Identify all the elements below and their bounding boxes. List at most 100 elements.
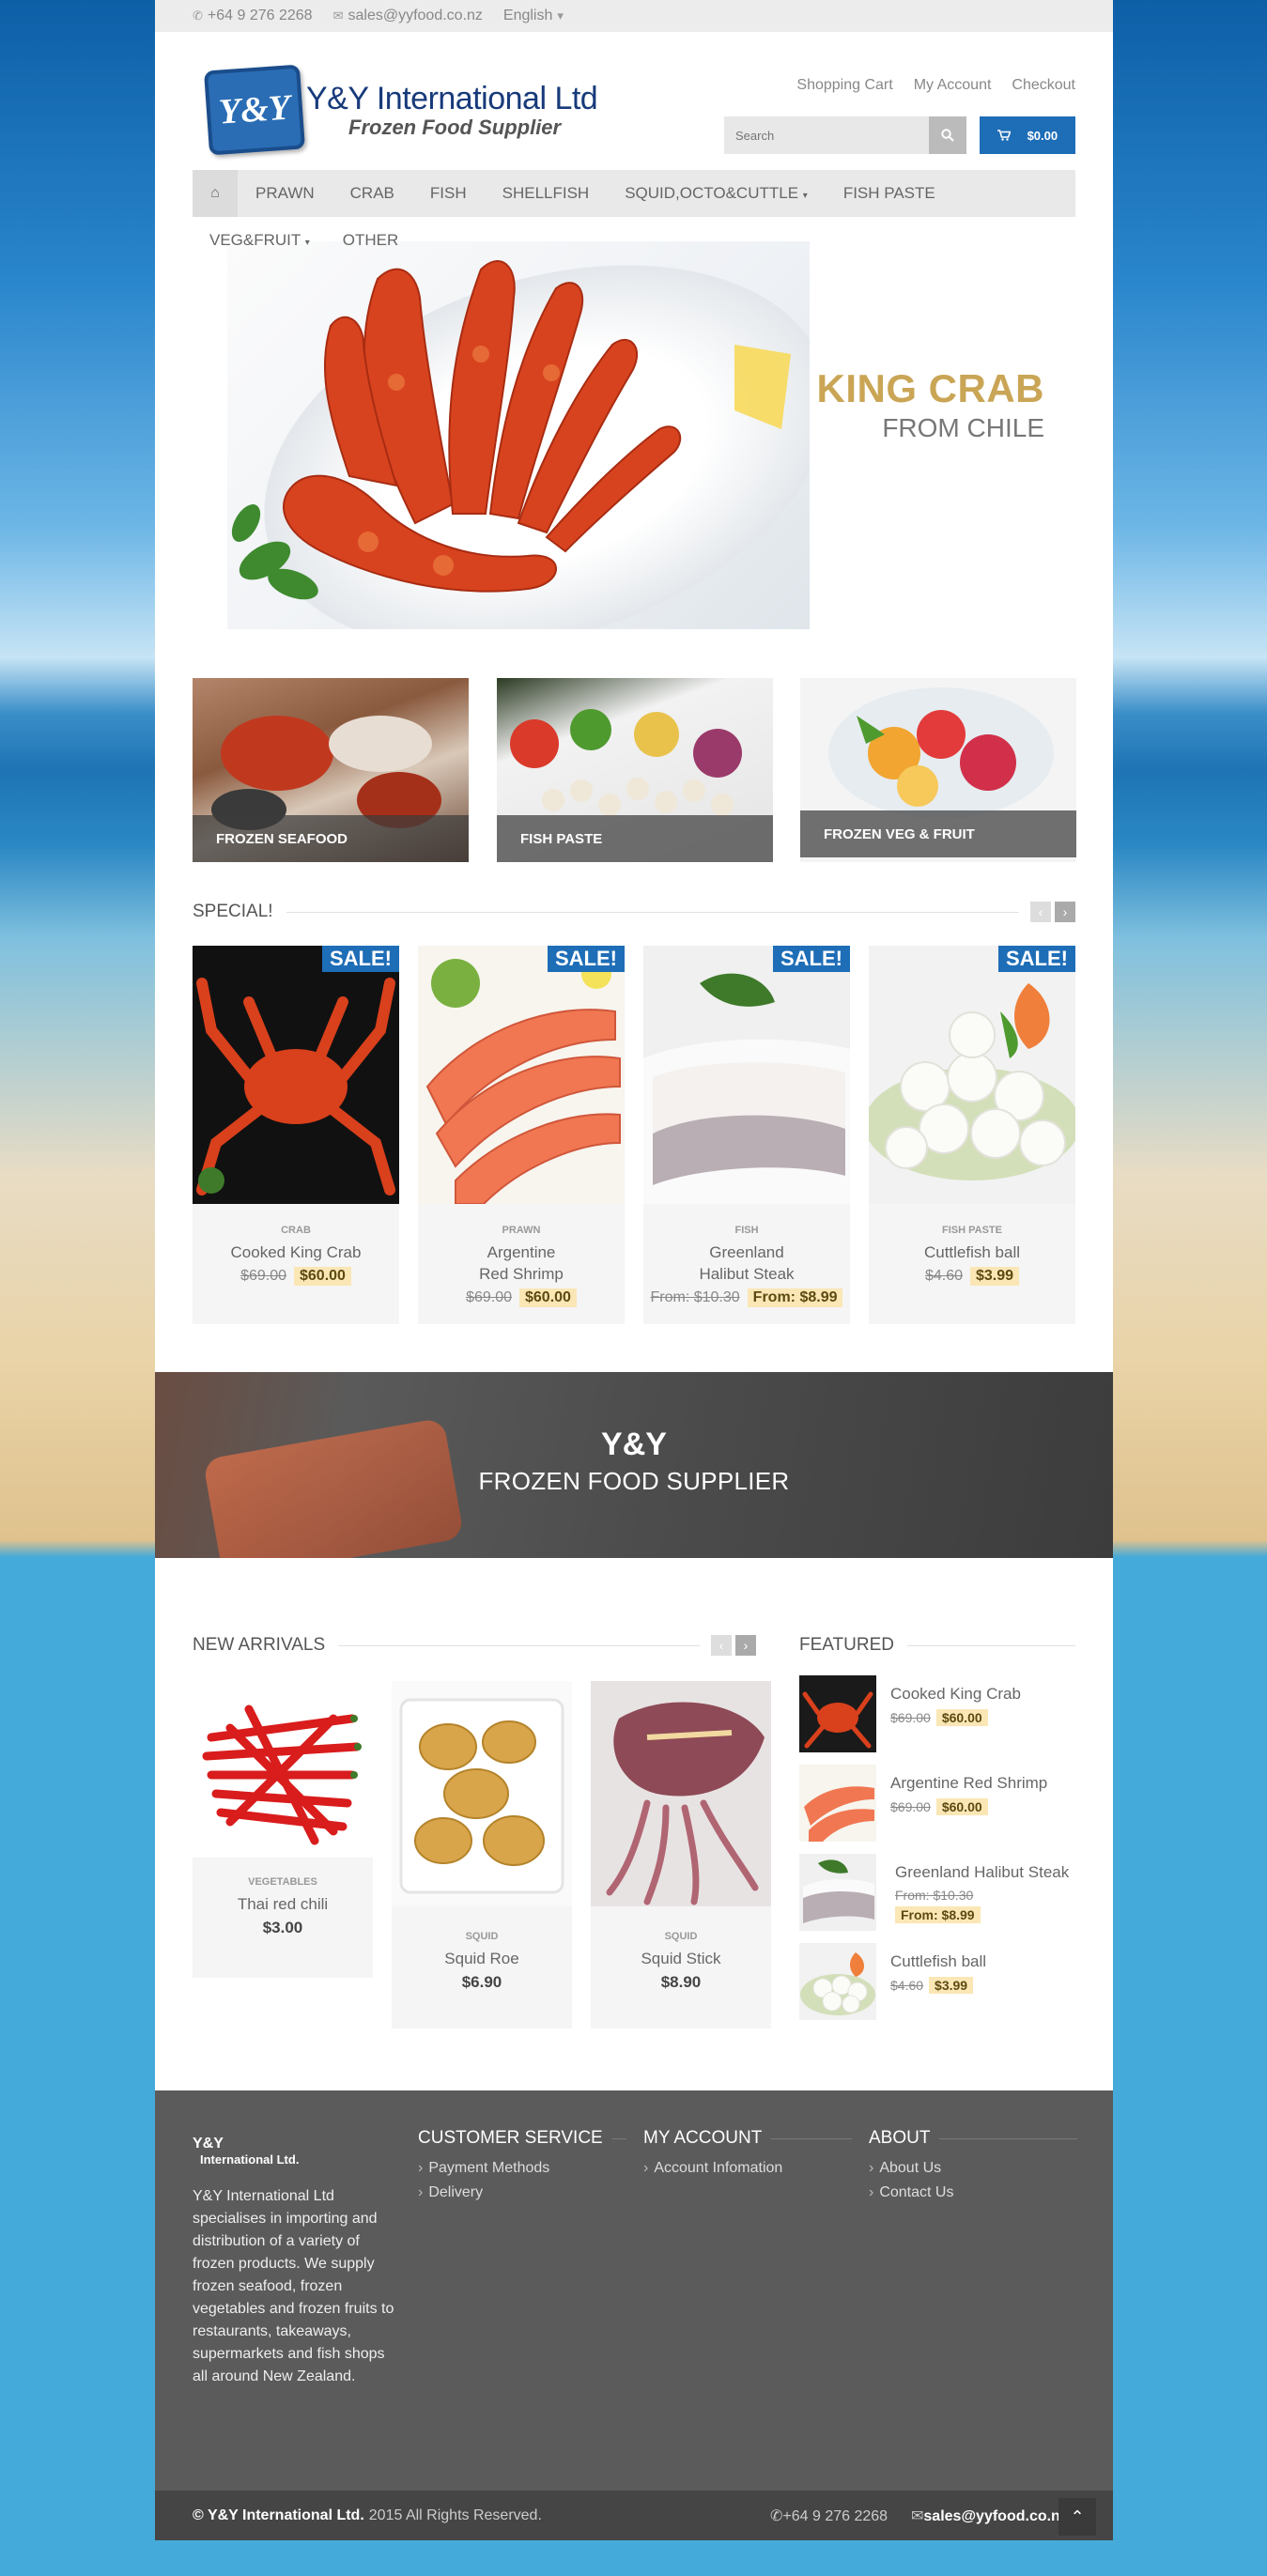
product-image[interactable] — [591, 1681, 771, 1906]
product-image[interactable] — [193, 1681, 373, 1858]
king-crab-thumbnail — [802, 1691, 873, 1749]
product-name[interactable]: Squid Roe — [392, 1948, 572, 1969]
featured-item[interactable]: Argentine Red Shrimp $69.00 $60.00 — [799, 1765, 1047, 1842]
product-name[interactable]: Thai red chili — [193, 1893, 373, 1915]
payment-methods-link[interactable]: Payment Methods — [418, 2160, 626, 2177]
sale-badge: SALE! — [773, 946, 850, 972]
nav-item-fish-paste[interactable]: FISH PASTE — [826, 184, 953, 203]
product-image[interactable]: SALE! — [418, 946, 625, 1204]
checkout-link[interactable]: Checkout — [1012, 77, 1075, 94]
nav-item-veg-fruit[interactable]: VEG&FRUIT ▾ — [209, 231, 310, 250]
product-card[interactable]: SALE! CRAB Cooked King Crab $69.00 $60.0… — [193, 946, 399, 1324]
next-arrow-icon[interactable]: › — [1055, 902, 1075, 922]
footer-phone[interactable]: ✆+64 9 276 2268 — [770, 2507, 888, 2525]
nav-item-fish[interactable]: FISH — [412, 184, 485, 203]
product-image[interactable] — [392, 1681, 572, 1906]
nav-item-crab[interactable]: CRAB — [332, 184, 412, 203]
category-fish-paste[interactable]: FISH PASTE — [497, 678, 773, 862]
featured-item[interactable]: Greenland Halibut Steak From: $10.30 Fro… — [799, 1854, 1069, 1931]
cart-button[interactable]: $0.00 — [980, 116, 1075, 154]
logo-subtitle: Frozen Food Supplier — [348, 115, 562, 139]
featured-item[interactable]: Cooked King Crab $69.00 $60.00 — [799, 1675, 1021, 1752]
logo-title: Y&Y International Ltd — [306, 80, 598, 116]
nav-item-prawn[interactable]: PRAWN — [238, 184, 332, 203]
search-button[interactable] — [929, 116, 966, 154]
chevron-down-icon: ▾ — [304, 238, 310, 248]
product-card[interactable]: VEGETABLES Thai red chili $3.00 — [193, 1681, 373, 1978]
product-name[interactable]: Argentine Red Shrimp — [465, 1242, 578, 1285]
sale-price: $60.00 — [935, 1709, 988, 1726]
product-name[interactable]: Squid Stick — [591, 1948, 771, 1969]
product-name[interactable]: Cooked King Crab — [193, 1242, 399, 1263]
about-us-link[interactable]: About Us — [869, 2160, 1077, 2177]
product-name[interactable]: Greenland Halibut Steak — [676, 1242, 817, 1285]
nav-item-squid[interactable]: SQUID,OCTO&CUTTLE ▾ — [607, 184, 826, 203]
featured-name[interactable]: Argentine Red Shrimp — [890, 1774, 1047, 1793]
product-card[interactable]: SALE! FISH Greenland Halibut Steak From:… — [643, 946, 850, 1324]
old-price: $69.00 — [890, 1799, 931, 1814]
account-information-link[interactable]: Account Infomation — [643, 2160, 852, 2177]
featured-thumbnail[interactable] — [799, 1943, 876, 2020]
divider — [906, 1644, 1075, 1646]
squid-stick-image — [606, 1702, 765, 1905]
next-arrow-icon[interactable]: › — [735, 1635, 756, 1656]
featured-name[interactable]: Cooked King Crab — [890, 1685, 1021, 1704]
footer-logo[interactable]: Y&Y International Ltd. — [193, 2136, 401, 2167]
featured-price: $69.00 $60.00 — [890, 1709, 1021, 1726]
nav-item-shellfish[interactable]: SHELLFISH — [485, 184, 608, 203]
product-name[interactable]: Cuttlefish ball — [869, 1242, 1075, 1263]
shopping-cart-link[interactable]: Shopping Cart — [796, 77, 892, 94]
product-card[interactable]: SALE! PRAWN Argentine Red Shrimp $69.00 … — [418, 946, 625, 1324]
footer-links: Payment Methods Delivery — [418, 2160, 626, 2201]
my-account-link[interactable]: My Account — [914, 77, 992, 94]
product-category: PRAWN — [502, 1225, 541, 1236]
contact-us-link[interactable]: Contact Us — [869, 2184, 1077, 2201]
category-frozen-veg-fruit[interactable]: FROZEN VEG & FRUIT — [800, 678, 1076, 862]
cart-icon — [997, 130, 1011, 141]
product-price: $4.60 $3.99 — [869, 1267, 1075, 1286]
footer-customer-service: CUSTOMER SERVICE Payment Methods Deliver… — [418, 2128, 626, 2201]
product-image[interactable]: SALE! — [193, 946, 399, 1204]
top-bar: ✆ +64 9 276 2268 ✉ sales@yyfood.co.nz En… — [155, 0, 1113, 32]
delivery-link[interactable]: Delivery — [418, 2184, 626, 2201]
back-to-top-button[interactable]: ⌃ — [1058, 2498, 1096, 2536]
sale-price: From: $8.99 — [895, 1906, 981, 1923]
product-image[interactable]: SALE! — [643, 946, 850, 1204]
featured-thumbnail[interactable] — [799, 1675, 876, 1752]
hero-image[interactable] — [227, 241, 810, 629]
prev-arrow-icon[interactable]: ‹ — [711, 1635, 732, 1656]
sale-price: $60.00 — [519, 1288, 577, 1307]
product-image[interactable]: SALE! — [869, 946, 1075, 1204]
footer-email[interactable]: ✉sales@yyfood.co.nz — [911, 2507, 1068, 2525]
footer-heading: ABOUT — [869, 2128, 1077, 2149]
product-card[interactable]: SQUID Squid Roe $6.90 — [392, 1681, 572, 2028]
featured-name[interactable]: Cuttlefish ball — [890, 1952, 986, 1971]
nav-home[interactable]: ⌂ — [193, 170, 238, 217]
topbar-phone[interactable]: ✆ +64 9 276 2268 — [193, 8, 313, 24]
search-input[interactable] — [724, 116, 929, 154]
banner-title: Y&Y — [601, 1427, 667, 1462]
featured-name[interactable]: Greenland Halibut Steak — [895, 1863, 1069, 1882]
header-links: Shopping Cart My Account Checkout — [796, 77, 1075, 94]
old-price: $69.00 — [240, 1268, 286, 1284]
product-card[interactable]: SQUID Squid Stick $8.90 — [591, 1681, 771, 2028]
featured-thumbnail[interactable] — [799, 1765, 876, 1842]
product-category: FISH — [734, 1225, 759, 1236]
category-frozen-seafood[interactable]: FROZEN SEAFOOD — [193, 678, 469, 862]
footer-heading-text: MY ACCOUNT — [643, 2128, 763, 2148]
featured-info: Cooked King Crab $69.00 $60.00 — [890, 1675, 1021, 1752]
home-icon: ⌂ — [210, 185, 220, 201]
sale-price: From: $8.99 — [747, 1288, 843, 1307]
topbar-email[interactable]: ✉ sales@yyfood.co.nz — [333, 8, 483, 24]
footer-my-account: MY ACCOUNT Account Infomation — [643, 2128, 852, 2177]
search-icon — [941, 129, 954, 142]
featured-title: FEATURED — [799, 1635, 894, 1655]
featured-thumbnail[interactable] — [799, 1854, 876, 1931]
product-card[interactable]: SALE! FISH PASTE Cuttlefish ball $4.60 $… — [869, 946, 1075, 1324]
product-price: $69.00 $60.00 — [418, 1288, 625, 1307]
prev-arrow-icon[interactable]: ‹ — [1030, 902, 1051, 922]
language-dropdown[interactable]: English ▾ — [503, 8, 564, 24]
nav-item-other[interactable]: OTHER — [343, 231, 399, 250]
featured-item[interactable]: Cuttlefish ball $4.60 $3.99 — [799, 1943, 986, 2020]
site-logo[interactable]: Y&Y Y&Y International Ltd Frozen Food Su… — [203, 64, 598, 156]
